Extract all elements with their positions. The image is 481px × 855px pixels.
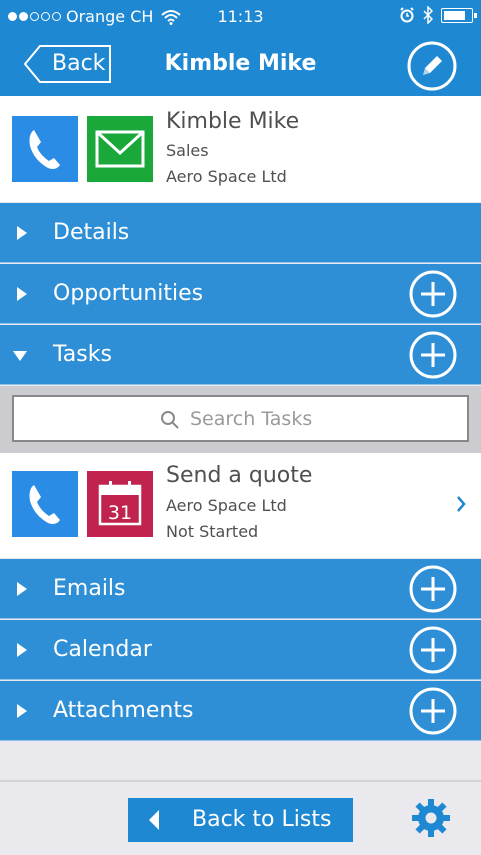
triangle-right-icon [17, 287, 27, 301]
edit-button[interactable] [407, 41, 457, 91]
section-opportunities-label: Opportunities [53, 281, 204, 306]
add-task-button[interactable] [409, 331, 457, 379]
contact-card: Kimble Mike Sales Aero Space Ltd [0, 96, 481, 202]
task-title: Send a quote [166, 463, 313, 488]
back-to-lists-label: Back to Lists [192, 807, 332, 832]
section-attachments[interactable]: Attachments [0, 681, 481, 741]
section-opportunities[interactable]: Opportunities [0, 264, 481, 324]
section-details[interactable]: Details [0, 203, 481, 263]
phone-icon [29, 130, 60, 169]
status-bar: Orange CH 11:13 [0, 0, 481, 34]
add-opportunity-button[interactable] [409, 270, 457, 318]
battery-level [444, 10, 466, 20]
chevron-right-icon[interactable] [457, 496, 466, 512]
alarm-icon [400, 7, 414, 23]
task-calendar-tile: 31 [87, 471, 153, 537]
search-icon [161, 411, 179, 429]
email-icon [95, 130, 145, 168]
search-bar [0, 386, 481, 453]
triangle-right-icon [17, 704, 27, 718]
status-right [399, 6, 477, 24]
contact-department: Sales [166, 141, 209, 160]
add-email-button[interactable] [409, 565, 457, 613]
gear-icon[interactable] [411, 798, 451, 838]
add-attachment-button[interactable] [409, 687, 457, 735]
section-calendar-label: Calendar [53, 637, 152, 662]
search-input[interactable] [190, 406, 450, 432]
email-button[interactable] [87, 116, 153, 182]
section-tasks[interactable]: Tasks [0, 325, 481, 385]
calendar-day: 31 [108, 502, 132, 524]
add-calendar-button[interactable] [409, 626, 457, 674]
contact-company: Aero Space Ltd [166, 167, 287, 186]
task-status: Not Started [166, 522, 259, 541]
task-company: Aero Space Ltd [166, 496, 287, 515]
back-to-lists-button[interactable]: Back to Lists [128, 798, 353, 842]
task-call-button[interactable] [12, 471, 78, 537]
triangle-left-icon [149, 810, 159, 830]
phone-icon [29, 485, 60, 524]
triangle-down-icon [13, 351, 27, 361]
section-emails-label: Emails [53, 576, 126, 601]
section-tasks-label: Tasks [53, 342, 112, 367]
bluetooth-icon [423, 6, 433, 24]
section-calendar[interactable]: Calendar [0, 620, 481, 680]
nav-bar: Back Kimble Mike [0, 34, 481, 96]
task-row[interactable]: 31 Send a quote Aero Space Ltd Not Start… [0, 453, 481, 558]
battery-icon [441, 7, 477, 23]
edit-pencil-icon [407, 41, 457, 91]
triangle-right-icon [17, 643, 27, 657]
search-box[interactable] [12, 395, 469, 442]
bottom-toolbar: Back to Lists [0, 780, 481, 855]
calendar-icon: 31 [98, 481, 142, 526]
section-emails[interactable]: Emails [0, 559, 481, 619]
call-button[interactable] [12, 116, 78, 182]
triangle-right-icon [17, 582, 27, 596]
contact-name: Kimble Mike [166, 109, 300, 134]
triangle-right-icon [17, 226, 27, 240]
section-details-label: Details [53, 220, 130, 245]
section-attachments-label: Attachments [53, 698, 194, 723]
